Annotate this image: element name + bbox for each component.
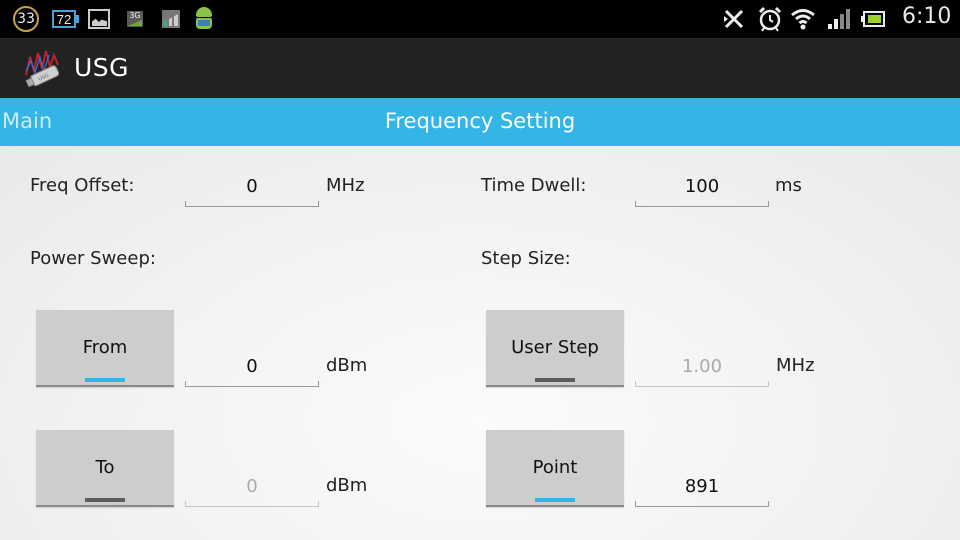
user-step-toggle-button[interactable]: User Step	[486, 310, 624, 387]
from-power-input[interactable]: 0	[185, 355, 319, 387]
signal-icon	[826, 7, 852, 31]
tab-frequency-setting[interactable]: Frequency Setting	[0, 109, 960, 133]
freq-offset-label: Freq Offset:	[30, 175, 135, 196]
from-power-unit: dBm	[326, 355, 368, 376]
point-count-input[interactable]: 891	[635, 475, 769, 507]
time-dwell-label: Time Dwell:	[481, 175, 587, 196]
user-step-unit: MHz	[776, 355, 815, 376]
usg-app-icon[interactable]: USG	[22, 47, 64, 89]
freq-offset-unit: MHz	[326, 175, 365, 196]
from-toggle-indicator	[85, 378, 125, 382]
time-dwell-input[interactable]: 100	[635, 175, 769, 207]
to-toggle-button[interactable]: To	[36, 430, 174, 507]
bluetooth-off-icon	[720, 7, 748, 31]
stats-chart-icon	[162, 10, 180, 28]
app-title: USG	[74, 53, 130, 82]
status-bar: 33 72 3G 6:10	[0, 0, 960, 38]
user-step-toggle-indicator	[535, 378, 575, 382]
to-power-input[interactable]: 0	[185, 475, 319, 507]
clock: 6:10	[902, 4, 952, 29]
tab-strip: Main Frequency Setting	[0, 98, 960, 146]
point-toggle-button[interactable]: Point	[486, 430, 624, 507]
battery-level-icon: 72	[52, 10, 79, 28]
time-dwell-unit: ms	[775, 175, 802, 196]
point-toggle-indicator	[535, 498, 575, 502]
wifi-icon	[790, 7, 816, 31]
action-bar: USG USG	[0, 38, 960, 98]
to-power-unit: dBm	[326, 475, 368, 496]
android-icon	[193, 7, 215, 31]
alarm-icon	[757, 6, 783, 32]
badge-count-icon: 33	[13, 6, 39, 32]
to-toggle-indicator	[85, 498, 125, 502]
from-toggle-button[interactable]: From	[36, 310, 174, 387]
step-size-label: Step Size:	[481, 248, 571, 269]
frequency-settings-panel: Freq Offset: 0 MHz Time Dwell: 100 ms Po…	[0, 146, 960, 540]
battery-icon	[860, 7, 886, 31]
freq-offset-input[interactable]: 0	[185, 175, 319, 207]
gallery-icon	[88, 9, 110, 29]
user-step-input[interactable]: 1.00	[635, 355, 769, 387]
power-sweep-label: Power Sweep:	[30, 248, 156, 269]
3g-data-icon: 3G	[127, 11, 143, 27]
